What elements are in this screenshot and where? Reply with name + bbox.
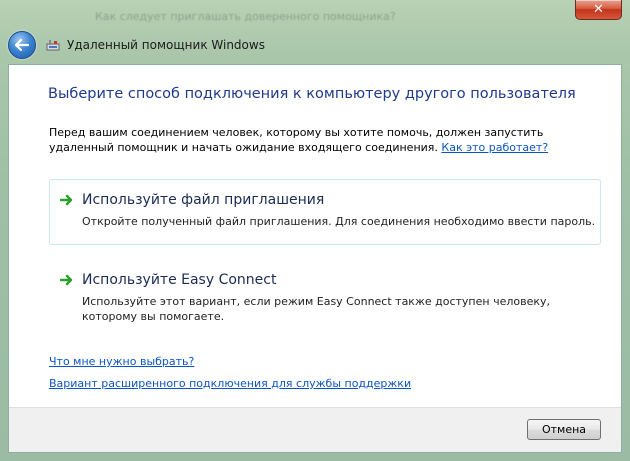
window-title: Удаленный помощник Windows [67, 38, 265, 52]
how-it-works-link[interactable]: Как это работает? [441, 141, 548, 154]
content-pane: Выберите способ подключения к компьютеру… [8, 64, 622, 453]
close-icon: ✕ [593, 2, 604, 17]
option-title: Используйте файл приглашения [82, 192, 325, 208]
cancel-button[interactable]: Отмена [527, 419, 601, 440]
back-arrow-icon [15, 39, 29, 51]
option-invitation-file[interactable]: Используйте файл приглашения Откройте по… [49, 179, 601, 245]
advanced-connection-link[interactable]: Вариант расширенного подключения для слу… [49, 377, 411, 390]
intro-text: Перед вашим соединением человек, котором… [49, 125, 609, 155]
close-button[interactable]: ✕ [575, 0, 622, 20]
option-description: Откройте полученный файл приглашения. Дл… [82, 215, 596, 228]
remote-assistance-icon [46, 38, 60, 52]
green-arrow-icon [60, 274, 73, 286]
option-title: Используйте Easy Connect [82, 272, 277, 288]
back-button[interactable] [8, 31, 36, 59]
option-easy-connect[interactable]: Используйте Easy Connect Используйте это… [49, 259, 601, 325]
title-bar: Удаленный помощник Windows [8, 28, 622, 62]
which-to-choose-link[interactable]: Что мне нужно выбрать? [49, 355, 194, 368]
footer-bar: Отмена [9, 407, 621, 452]
background-window-text: Как следует приглашать доверенного помощ… [95, 10, 396, 23]
option-description: Используйте этот вариант, если режим Eas… [82, 295, 551, 323]
green-arrow-icon [60, 194, 73, 206]
remote-assistance-window: Как следует приглашать доверенного помощ… [0, 0, 630, 461]
page-heading: Выберите способ подключения к компьютеру… [48, 86, 576, 102]
